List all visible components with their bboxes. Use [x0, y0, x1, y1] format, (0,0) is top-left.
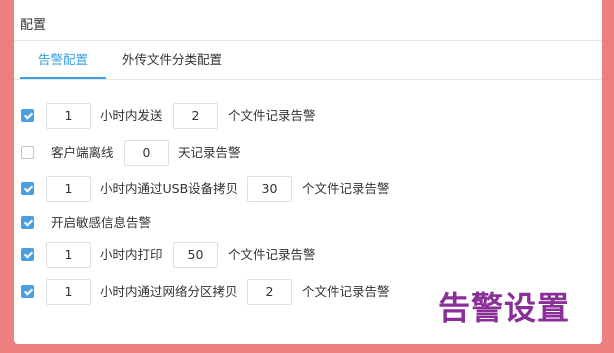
rule-print-suffix: 个文件记录告警: [228, 247, 316, 262]
rule-network-hours-input[interactable]: 1: [46, 279, 91, 305]
tab-file-category-config[interactable]: 外传文件分类配置: [114, 41, 230, 78]
rule-send-hours-input[interactable]: 1: [46, 103, 91, 129]
rule-usb-count-input[interactable]: 30: [247, 176, 292, 202]
rule-network-suffix: 个文件记录告警: [302, 284, 390, 299]
rule-offline-checkbox[interactable]: [21, 146, 34, 159]
rule-network-count-input[interactable]: 2: [247, 279, 292, 305]
rule-usb-suffix: 个文件记录告警: [302, 181, 390, 196]
rule-sensitive-label: 开启敏感信息告警: [51, 215, 152, 230]
panel-title: 配置: [20, 18, 47, 33]
rule-sensitive-checkbox[interactable]: [21, 216, 34, 229]
rule-send-suffix: 个文件记录告警: [228, 108, 316, 123]
rule-offline-label: 客户端离线: [51, 145, 114, 160]
tab-alert-config[interactable]: 告警配置: [20, 41, 106, 78]
tab-bar: 告警配置 外传文件分类配置: [14, 41, 602, 79]
rule-send-checkbox[interactable]: [21, 109, 34, 122]
rule-network-checkbox[interactable]: [21, 285, 34, 298]
rule-print-count-input[interactable]: 50: [173, 242, 218, 268]
rule-offline-suffix: 天记录告警: [178, 145, 241, 160]
rule-print-checkbox[interactable]: [21, 248, 34, 261]
rule-send-label: 小时内发送: [100, 108, 163, 123]
rule-usb-label: 小时内通过USB设备拷贝: [100, 181, 239, 196]
rule-print-label: 小时内打印: [100, 247, 163, 262]
rule-usb-checkbox[interactable]: [21, 182, 34, 195]
rule-send-count-input[interactable]: 2: [173, 103, 218, 129]
rule-print-hours-input[interactable]: 1: [46, 242, 91, 268]
rule-network-label: 小时内通过网络分区拷贝: [100, 284, 238, 299]
rule-offline-days-input[interactable]: 0: [124, 140, 169, 166]
watermark-caption: 告警设置: [438, 289, 571, 327]
rule-usb-hours-input[interactable]: 1: [46, 176, 91, 202]
tabs-divider: [14, 79, 602, 80]
